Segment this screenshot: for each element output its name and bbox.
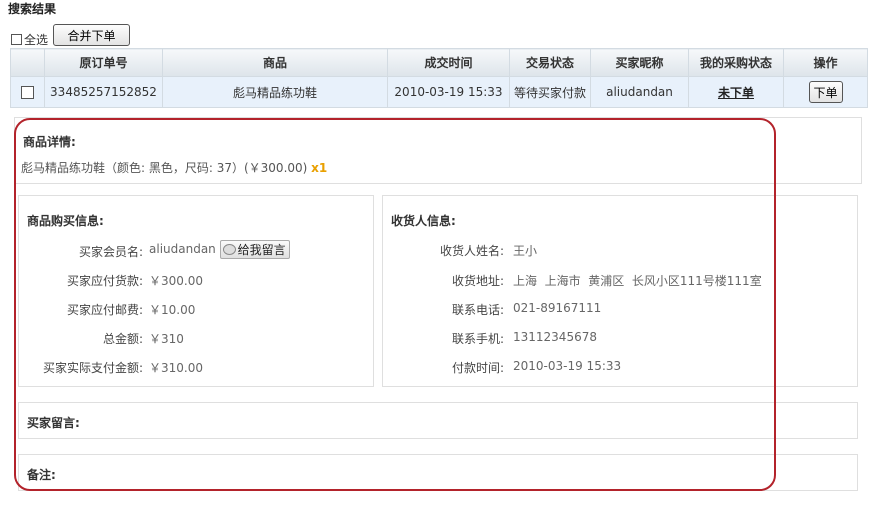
buyer-message-panel: 买家留言: (18, 402, 858, 439)
header-order-no: 原订单号 (44, 48, 163, 77)
receiver-row-label: 付款时间: (451, 361, 504, 375)
receiver-row-label: 收货人姓名: (439, 244, 504, 258)
header-buyer: 买家昵称 (590, 48, 689, 77)
purchase-info-panel: 商品购买信息: 买家会员名: aliudandan 给我留言 买家应付货款: ￥… (18, 195, 374, 387)
table-row: 33485257152852 彪马精品练功鞋 2010-03-19 15:33 … (10, 76, 868, 108)
page-title: 搜索结果 (8, 2, 57, 16)
place-order-button[interactable]: 下单 (808, 81, 843, 103)
purchase-status-link[interactable]: 未下单 (718, 86, 754, 100)
header-purchase-status: 我的采购状态 (688, 48, 784, 77)
select-all[interactable]: 全选 (11, 31, 48, 48)
leave-message-label: 给我留言 (237, 243, 286, 257)
buyer-member-value: aliudandan (149, 242, 216, 256)
leave-message-button[interactable]: 给我留言 (219, 240, 290, 259)
product-cell: 彪马精品练功鞋 (162, 76, 388, 108)
purchase-row-value: ￥310 (149, 332, 184, 346)
buyer-message-label: 买家留言: (27, 416, 80, 430)
buyer-cell: aliudandan (590, 76, 689, 108)
receiver-row-value: 上海 上海市 黄浦区 长风小区111号楼111室 (513, 274, 762, 288)
header-trade-status: 交易状态 (509, 48, 591, 77)
orders-table: 原订单号 商品 成交时间 交易状态 买家昵称 我的采购状态 操作 3348525… (10, 48, 868, 108)
receiver-row-value: 021-89167111 (513, 301, 602, 315)
receiver-info-panel: 收货人信息: 收货人姓名: 王小 收货地址: 上海 上海市 黄浦区 长风小区11… (382, 195, 858, 387)
receiver-row-label: 联系手机: (451, 332, 504, 346)
receiver-row-value: 2010-03-19 15:33 (513, 359, 622, 373)
select-all-checkbox[interactable] (11, 34, 22, 45)
chat-bubble-icon (222, 244, 236, 255)
purchase-row-label: 买家实际支付金额: (42, 361, 143, 375)
remark-label: 备注: (27, 468, 56, 482)
receiver-info-title: 收货人信息: (391, 214, 456, 228)
purchase-row-label: 总金额: (102, 332, 143, 346)
purchase-info-title: 商品购买信息: (27, 214, 104, 228)
purchase-row-value: ￥310.00 (149, 361, 203, 375)
trade-status-cell: 等待买家付款 (509, 76, 591, 108)
product-details-text: 彪马精品练功鞋（颜色: 黑色，尺码: 37）(￥300.00) (21, 161, 308, 175)
time-cell: 2010-03-19 15:33 (387, 76, 510, 108)
purchase-row-value: ￥10.00 (149, 303, 196, 317)
table-header-row: 原订单号 商品 成交时间 交易状态 买家昵称 我的采购状态 操作 (10, 48, 868, 77)
row-checkbox[interactable] (21, 86, 34, 99)
purchase-row-label: 买家应付货款: (66, 274, 143, 288)
receiver-row-label: 收货地址: (451, 274, 504, 288)
product-details-line: 彪马精品练功鞋（颜色: 黑色，尺码: 37）(￥300.00) x1 (21, 159, 327, 176)
select-all-label: 全选 (24, 33, 49, 47)
product-qty: x1 (311, 161, 328, 175)
header-checkbox-col (10, 48, 45, 77)
receiver-row-value: 王小 (513, 244, 538, 258)
purchase-row-label: 买家应付邮费: (66, 303, 143, 317)
merge-order-button[interactable]: 合并下单 (53, 24, 130, 46)
remark-panel: 备注: (18, 454, 858, 491)
purchase-row-value: ￥300.00 (149, 274, 203, 288)
header-product: 商品 (162, 48, 388, 77)
product-details-title: 商品详情: (23, 135, 76, 149)
buyer-member-label: 买家会员名: (78, 245, 143, 259)
receiver-row-label: 联系电话: (451, 303, 504, 317)
product-details-panel: 商品详情: 彪马精品练功鞋（颜色: 黑色，尺码: 37）(￥300.00) x1 (14, 117, 862, 184)
receiver-row-value: 13112345678 (513, 330, 597, 344)
header-time: 成交时间 (387, 48, 510, 77)
order-no-cell: 33485257152852 (44, 76, 163, 108)
header-action: 操作 (783, 48, 868, 77)
